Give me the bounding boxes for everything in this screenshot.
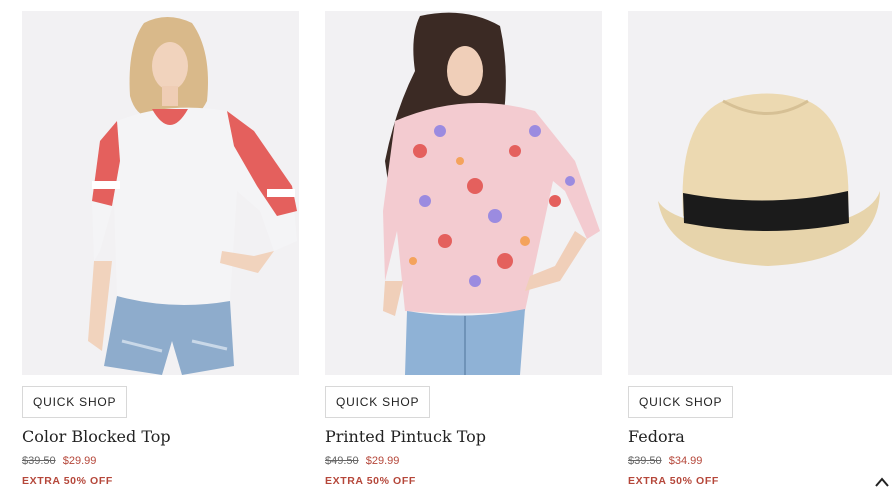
product-image-printed-pintuck-top[interactable] — [325, 11, 602, 375]
product-name[interactable]: Fedora — [628, 427, 685, 446]
chevron-up-icon[interactable] — [874, 475, 890, 489]
sale-price: $29.99 — [62, 455, 97, 467]
quick-shop-button[interactable]: QUICK SHOP — [628, 386, 734, 418]
original-price: $39.50 — [22, 455, 56, 467]
promo-label: EXTRA 50% OFF — [325, 475, 416, 487]
sale-price: $29.99 — [365, 455, 400, 467]
sale-price: $34.99 — [668, 455, 703, 467]
promo-label: EXTRA 50% OFF — [22, 475, 113, 487]
product-name[interactable]: Color Blocked Top — [22, 427, 171, 446]
product-prices: $49.50 $29.99 — [325, 455, 399, 467]
product-image-color-blocked-top[interactable] — [22, 11, 299, 375]
product-prices: $39.50 $34.99 — [628, 455, 702, 467]
quick-shop-button[interactable]: QUICK SHOP — [325, 386, 431, 418]
promo-label: EXTRA 50% OFF — [628, 475, 719, 487]
original-price: $49.50 — [325, 455, 359, 467]
product-image-fedora[interactable] — [628, 11, 892, 375]
original-price: $39.50 — [628, 455, 662, 467]
quick-shop-button[interactable]: QUICK SHOP — [22, 386, 128, 418]
product-name[interactable]: Printed Pintuck Top — [325, 427, 486, 446]
product-prices: $39.50 $29.99 — [22, 455, 96, 467]
